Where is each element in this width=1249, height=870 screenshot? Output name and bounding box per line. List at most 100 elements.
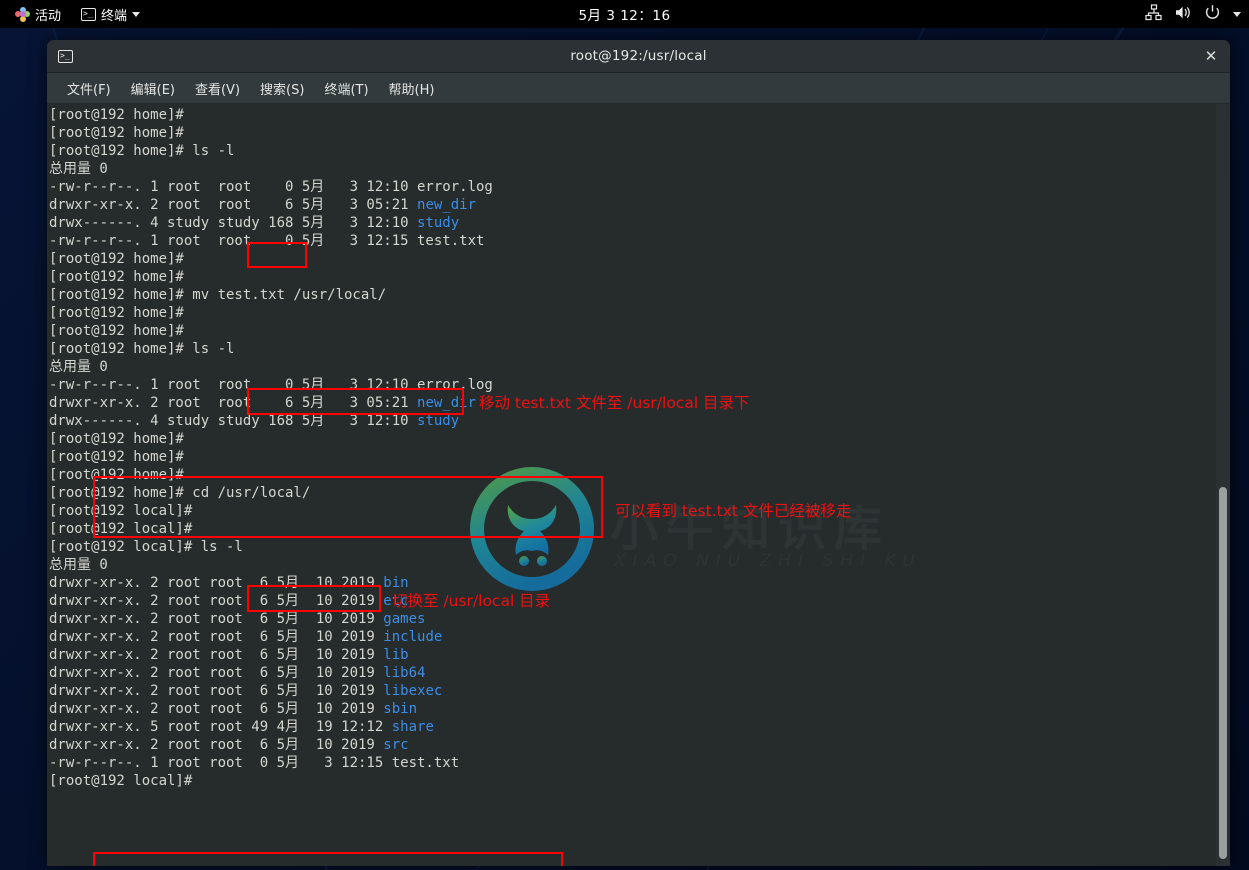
directory-name: libexec xyxy=(383,683,443,699)
terminal-line: 总用量 0 xyxy=(49,160,493,178)
terminal-line: [root@192 home]# xyxy=(49,430,493,448)
terminal-segment: [root@192 home]# xyxy=(49,251,184,267)
terminal-line: [root@192 local]# ls -l xyxy=(49,538,493,556)
terminal-segment: drwxr-xr-x. 2 root root 6 5月 10 2019 xyxy=(49,683,384,699)
scrollbar-thumb[interactable] xyxy=(1219,487,1227,859)
menu-item-search[interactable]: 搜索(S) xyxy=(250,76,314,101)
terminal-segment: drwxr-xr-x. 2 root root 6 5月 10 2019 xyxy=(49,737,384,753)
terminal-scrollbar[interactable] xyxy=(1216,104,1230,866)
terminal-segment: drwx------. 4 study study 168 5月 3 12:10 xyxy=(49,413,418,429)
gnome-activities-icon xyxy=(15,6,30,22)
terminal-line: [root@192 home]# xyxy=(49,466,493,484)
terminal-line: drwxr-xr-x. 2 root root 6 5月 10 2019 inc… xyxy=(49,628,493,646)
menu-item-terminal[interactable]: 终端(T) xyxy=(314,76,378,101)
terminal-segment: drwxr-xr-x. 2 root root 6 5月 10 2019 xyxy=(49,701,384,717)
terminal-line: -rw-r--r--. 1 root root 0 5月 3 12:10 err… xyxy=(49,178,493,196)
terminal-line: drwx------. 4 study study 168 5月 3 12:10… xyxy=(49,412,493,430)
clock[interactable]: 5月 3 12：16 xyxy=(0,4,1249,24)
terminal-line: 总用量 0 xyxy=(49,358,493,376)
window-titlebar[interactable]: >_ root@192:/usr/local ✕ xyxy=(47,40,1230,73)
terminal-line: [root@192 home]# xyxy=(49,322,493,340)
terminal-line: drwxr-xr-x. 2 root root 6 5月 10 2019 lib… xyxy=(49,664,493,682)
terminal-segment: [root@192 home]# xyxy=(49,269,184,285)
terminal-segment: 总用量 0 xyxy=(49,161,108,177)
terminal-segment: 总用量 0 xyxy=(49,557,108,573)
terminal-window: >_ root@192:/usr/local ✕ 文件(F) 编辑(E) 查看(… xyxy=(47,40,1230,866)
terminal-line: -rw-r--r--. 1 root root 0 5月 3 12:15 tes… xyxy=(49,754,493,772)
terminal-segment: [root@192 home]# xyxy=(49,323,184,339)
terminal-segment: drwxr-xr-x. 2 root root 6 5月 10 2019 xyxy=(49,611,384,627)
directory-name: new_dir xyxy=(417,395,477,411)
power-icon[interactable] xyxy=(1204,4,1221,25)
terminal-segment: [root@192 local]# xyxy=(49,773,193,789)
directory-name: study xyxy=(417,215,460,231)
annotation-cd-explain: 切换至 /usr/local 目录 xyxy=(392,592,551,610)
terminal-segment: [root@192 home]# mv test.txt /usr/local/ xyxy=(49,287,387,303)
terminal-segment: drwxr-xr-x. 2 root root 6 5月 3 05:21 xyxy=(49,395,418,411)
terminal-line: 总用量 0 xyxy=(49,556,493,574)
terminal-segment: [root@192 home]# xyxy=(49,305,184,321)
menu-bar: 文件(F) 编辑(E) 查看(V) 搜索(S) 终端(T) 帮助(H) xyxy=(47,73,1230,104)
terminal-segment: [root@192 home]# ls -l xyxy=(49,341,235,357)
network-icon[interactable] xyxy=(1145,3,1162,25)
terminal-line: drwxr-xr-x. 2 root root 6 5月 10 2019 gam… xyxy=(49,610,493,628)
menu-item-edit[interactable]: 编辑(E) xyxy=(121,76,185,101)
terminal-segment: -rw-r--r--. 1 root root 0 5月 3 12:10 err… xyxy=(49,377,493,393)
highlight-testtxt-moved xyxy=(93,852,563,866)
annotation-moved-away: 可以看到 test.txt 文件已经被移走 xyxy=(615,502,852,520)
terminal-segment: drwxr-xr-x. 2 root root 6 5月 3 05:21 xyxy=(49,197,418,213)
close-icon[interactable]: ✕ xyxy=(1192,40,1230,72)
terminal-output-area[interactable]: 小牛知识库 XIAO NIU ZHI SHI KU [root@192 home… xyxy=(47,104,1230,866)
directory-name: src xyxy=(383,737,409,753)
menu-item-view[interactable]: 查看(V) xyxy=(185,76,250,101)
terminal-line: drwxr-xr-x. 5 root root 49 4月 19 12:12 s… xyxy=(49,718,493,736)
menu-item-file[interactable]: 文件(F) xyxy=(57,76,121,101)
terminal-line: -rw-r--r--. 1 root root 0 5月 3 12:10 err… xyxy=(49,376,493,394)
terminal-segment: drwxr-xr-x. 5 root root 49 4月 19 12:12 xyxy=(49,719,392,735)
terminal-line: [root@192 local]# xyxy=(49,772,493,790)
terminal-line: [root@192 home]# cd /usr/local/ xyxy=(49,484,493,502)
activities-button[interactable]: 活动 xyxy=(8,3,68,26)
directory-name: games xyxy=(383,611,426,627)
app-menu-button[interactable]: >_ 终端 xyxy=(74,3,147,26)
directory-name: share xyxy=(391,719,434,735)
menu-item-help[interactable]: 帮助(H) xyxy=(379,76,445,101)
directory-name: sbin xyxy=(383,701,418,717)
annotation-moved-here: test.txt 文件已经被移过来了 xyxy=(582,865,782,866)
terminal-line: drwxr-xr-x. 2 root root 6 5月 10 2019 lib… xyxy=(49,682,493,700)
directory-name: study xyxy=(417,413,460,429)
terminal-line: [root@192 home]# xyxy=(49,124,493,142)
chevron-down-icon[interactable] xyxy=(1233,11,1241,17)
terminal-segment: drwxr-xr-x. 2 root root 6 5月 10 2019 xyxy=(49,665,384,681)
terminal-segment: drwxr-xr-x. 2 root root 6 5月 10 2019 xyxy=(49,575,384,591)
terminal-line: [root@192 local]# xyxy=(49,520,493,538)
terminal-line: [root@192 home]# xyxy=(49,268,493,286)
terminal-line: [root@192 home]# ls -l xyxy=(49,142,493,160)
system-top-bar: 活动 >_ 终端 5月 3 12：16 xyxy=(0,0,1249,28)
terminal-line: [root@192 home]# xyxy=(49,448,493,466)
terminal-segment: 总用量 0 xyxy=(49,359,108,375)
terminal-line: -rw-r--r--. 1 root root 0 5月 3 12:15 tes… xyxy=(49,232,493,250)
terminal-segment: [root@192 home]# ls -l xyxy=(49,143,235,159)
terminal-segment: [root@192 home]# cd /usr/local/ xyxy=(49,485,311,501)
terminal-segment: [root@192 home]# xyxy=(49,449,184,465)
directory-name: new_dir xyxy=(417,197,477,213)
terminal-line: drwx------. 4 study study 168 5月 3 12:10… xyxy=(49,214,493,232)
terminal-line: [root@192 home]# xyxy=(49,304,493,322)
terminal-segment: [root@192 local]# xyxy=(49,503,193,519)
terminal-line: drwxr-xr-x. 2 root root 6 5月 10 2019 lib xyxy=(49,646,493,664)
terminal-segment: drwxr-xr-x. 2 root root 6 5月 10 2019 xyxy=(49,647,384,663)
terminal-line: [root@192 local]# xyxy=(49,502,493,520)
watermark: 小牛知识库 XIAO NIU ZHI SHI KU xyxy=(462,459,932,599)
terminal-line: drwxr-xr-x. 2 root root 6 5月 10 2019 sbi… xyxy=(49,700,493,718)
directory-name: lib64 xyxy=(383,665,426,681)
directory-name: lib xyxy=(383,647,409,663)
volume-icon[interactable] xyxy=(1174,4,1192,25)
terminal-line: drwxr-xr-x. 2 root root 6 5月 3 05:21 new… xyxy=(49,196,493,214)
terminal-line: [root@192 home]# xyxy=(49,250,493,268)
desktop-screen: 活动 >_ 终端 5月 3 12：16 >_ root@192:/usr/loc… xyxy=(0,0,1249,870)
app-menu-label: 终端 xyxy=(101,8,128,24)
terminal-segment: -rw-r--r--. 1 root root 0 5月 3 12:10 err… xyxy=(49,179,493,195)
terminal-line: drwxr-xr-x. 2 root root 6 5月 10 2019 src xyxy=(49,736,493,754)
terminal-segment: [root@192 home]# xyxy=(49,107,193,123)
